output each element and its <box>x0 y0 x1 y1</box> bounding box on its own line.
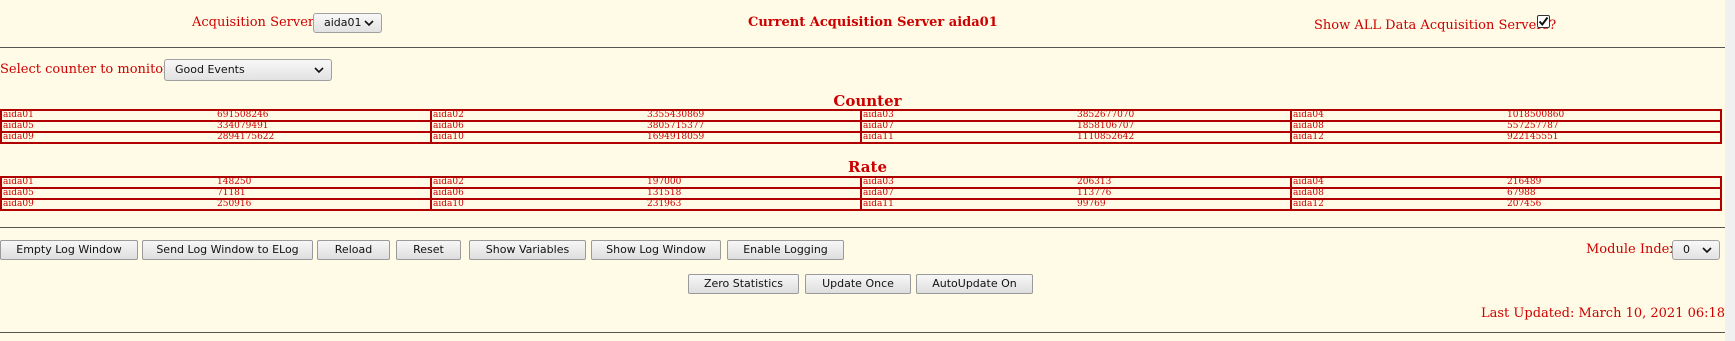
server-name-cell: aida11 <box>860 131 1076 144</box>
counter-value-cell: 1110852642 <box>1076 131 1292 144</box>
show-variables-button[interactable]: Show Variables <box>469 240 586 260</box>
server-name-cell: aida04 <box>1290 176 1506 189</box>
counter-value-cell: 2894175622 <box>216 131 432 144</box>
divider-top <box>0 47 1725 48</box>
reload-button[interactable]: Reload <box>317 240 390 260</box>
acq-server-select[interactable]: aida01 <box>313 13 382 33</box>
reset-button[interactable]: Reset <box>396 240 461 260</box>
update-once-button[interactable]: Update Once <box>805 274 911 294</box>
show-all-label: Show ALL Data Acquisition Servers? <box>1314 18 1557 33</box>
autoupdate-button[interactable]: AutoUpdate On <box>916 274 1033 294</box>
checkmark-icon <box>1538 16 1549 27</box>
last-updated-text: Last Updated: March 10, 2021 06:18:00 <box>1481 306 1735 321</box>
counter-value-cell: 1018500860 <box>1506 109 1722 122</box>
server-name-cell: aida10 <box>430 198 646 211</box>
rate-value-cell: 206313 <box>1076 176 1292 189</box>
rate-value-cell: 197000 <box>646 176 862 189</box>
counter-value-cell: 1694918059 <box>646 131 862 144</box>
server-name-cell: aida08 <box>1290 120 1506 133</box>
rate-value-cell: 148250 <box>216 176 432 189</box>
server-name-cell: aida09 <box>0 131 216 144</box>
server-name-cell: aida07 <box>860 120 1076 133</box>
server-name-cell: aida02 <box>430 109 646 122</box>
current-server-label: Current Acquisition Server aida01 <box>748 15 998 30</box>
server-name-cell: aida01 <box>0 176 216 189</box>
rate-value-cell: 71181 <box>216 187 432 200</box>
rate-value-cell: 99769 <box>1076 198 1292 211</box>
server-name-cell: aida03 <box>860 109 1076 122</box>
server-name-cell: aida07 <box>860 187 1076 200</box>
counter-table-row: aida05 334079491 aida06 3805715377 aida07 185… <box>0 120 1722 133</box>
server-name-cell: aida05 <box>0 187 216 200</box>
rate-value-cell: 231963 <box>646 198 862 211</box>
show-log-window-button[interactable]: Show Log Window <box>591 240 721 260</box>
divider-middle <box>0 227 1725 228</box>
counter-value-cell: 691508246 <box>216 109 432 122</box>
rate-value-cell: 207456 <box>1506 198 1722 211</box>
server-name-cell: aida03 <box>860 176 1076 189</box>
rate-value-cell: 216489 <box>1506 176 1722 189</box>
acq-server-select-value: aida01 <box>324 16 362 29</box>
rate-value-cell: 250916 <box>216 198 432 211</box>
counter-select-label: Select counter to monitor <box>0 62 170 77</box>
enable-logging-button[interactable]: Enable Logging <box>727 240 844 260</box>
counter-title: Counter <box>833 92 902 110</box>
counter-select[interactable]: Good Events <box>164 59 332 81</box>
server-name-cell: aida10 <box>430 131 646 144</box>
empty-log-button[interactable]: Empty Log Window <box>0 240 138 260</box>
server-name-cell: aida12 <box>1290 198 1506 211</box>
divider-bottom <box>0 332 1725 333</box>
rate-value-cell: 67988 <box>1506 187 1722 200</box>
counter-value-cell: 3355430869 <box>646 109 862 122</box>
counter-table-row: aida01 691508246 aida02 3355430869 aida03 385… <box>0 109 1722 122</box>
server-name-cell: aida06 <box>430 120 646 133</box>
zero-statistics-button[interactable]: Zero Statistics <box>688 274 799 294</box>
counter-value-cell: 334079491 <box>216 120 432 133</box>
counter-select-value: Good Events <box>175 63 245 76</box>
chevron-down-icon <box>364 20 374 27</box>
server-name-cell: aida12 <box>1290 131 1506 144</box>
counter-value-cell: 922145551 <box>1506 131 1722 144</box>
rate-title: Rate <box>847 158 887 176</box>
server-name-cell: aida08 <box>1290 187 1506 200</box>
server-name-cell: aida02 <box>430 176 646 189</box>
counter-value-cell: 1858106707 <box>1076 120 1292 133</box>
server-name-cell: aida05 <box>0 120 216 133</box>
server-name-cell: aida04 <box>1290 109 1506 122</box>
server-name-cell: aida11 <box>860 198 1076 211</box>
counter-table: aida01 691508246 aida02 3355430869 aida03 385… <box>0 109 1722 144</box>
module-index-value: 0 <box>1683 243 1690 256</box>
counter-value-cell: 3805715377 <box>646 120 862 133</box>
rate-value-cell: 131518 <box>646 187 862 200</box>
chevron-down-icon <box>314 67 324 74</box>
acq-servers-label: Acquisition Servers <box>192 15 321 30</box>
server-name-cell: aida01 <box>0 109 216 122</box>
rate-value-cell: 113776 <box>1076 187 1292 200</box>
server-name-cell: aida06 <box>430 187 646 200</box>
counter-value-cell: 3852677070 <box>1076 109 1292 122</box>
module-index-label: Module Index <box>1586 242 1677 257</box>
rate-table-row: aida09 250916 aida10 231963 aida11 99769 aida1… <box>0 198 1722 211</box>
send-log-to-elog-button[interactable]: Send Log Window to ELog <box>142 240 313 260</box>
module-index-select[interactable]: 0 <box>1672 240 1720 260</box>
rate-table-row: aida01 148250 aida02 197000 aida03 206313 aida… <box>0 176 1722 189</box>
chevron-down-icon <box>1702 247 1712 254</box>
rate-table: aida01 148250 aida02 197000 aida03 206313 aida… <box>0 176 1722 211</box>
counter-table-row: aida09 2894175622 aida10 1694918059 aida11 11… <box>0 131 1722 144</box>
vertical-scrollbar[interactable] <box>1725 0 1735 341</box>
rate-table-row: aida05 71181 aida06 131518 aida07 113776 aida0… <box>0 187 1722 200</box>
server-name-cell: aida09 <box>0 198 216 211</box>
show-all-checkbox[interactable] <box>1537 15 1550 28</box>
counter-value-cell: 557257787 <box>1506 120 1722 133</box>
